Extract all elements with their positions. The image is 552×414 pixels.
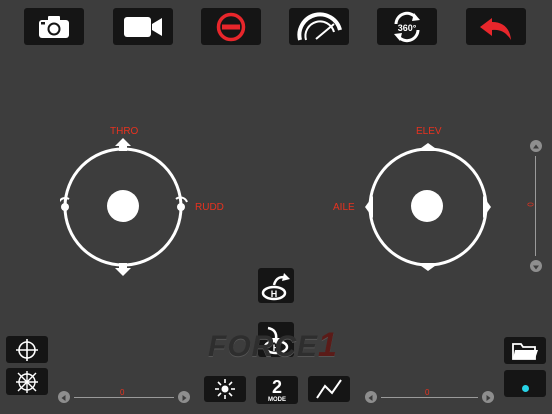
status-dot-icon	[521, 385, 529, 392]
lights-button[interactable]	[204, 376, 246, 402]
flight-path-button[interactable]	[308, 376, 350, 402]
mode-button[interactable]: 2 MODE	[256, 376, 298, 404]
record-video-button[interactable]	[113, 8, 173, 45]
stop-circle-icon	[216, 12, 246, 41]
logo-prefix: FORCE	[208, 330, 318, 363]
speed-button[interactable]	[289, 8, 349, 45]
target-lock-button[interactable]	[6, 336, 48, 363]
arrow-left-icon	[368, 395, 373, 401]
force1-logo: FORCE1	[208, 326, 338, 365]
arrow-down-icon	[533, 265, 539, 270]
trim-right-increase-button[interactable]	[482, 391, 494, 403]
trim-left-increase-button[interactable]	[178, 391, 190, 403]
light-burst-icon	[215, 379, 235, 399]
takeoff-icon: H	[261, 272, 290, 300]
svg-text:H: H	[271, 289, 278, 299]
logo-suffix: 1	[318, 326, 338, 364]
trim-down-button[interactable]	[530, 260, 542, 272]
flip-360-button[interactable]: 360°	[377, 8, 437, 45]
connection-status-button[interactable]	[504, 370, 546, 397]
drone-controller-screen: 360° THRO RUDD ELEV AILE H H FORCE1 2 MO…	[0, 0, 552, 414]
video-camera-icon	[124, 16, 162, 37]
take-photo-button[interactable]	[24, 8, 84, 45]
left-joystick-knob[interactable]	[107, 190, 139, 222]
aileron-label: AILE	[333, 202, 355, 213]
rotate-360-icon: 360°	[394, 11, 420, 42]
speedometer-icon	[297, 11, 342, 40]
left-joystick[interactable]: THRO RUDD	[60, 126, 224, 280]
trim-left-decrease-button[interactable]	[58, 391, 70, 403]
right-joystick-knob[interactable]	[411, 190, 443, 222]
takeoff-button[interactable]: H	[258, 268, 294, 303]
arrow-up-icon	[533, 144, 539, 149]
arrow-right-icon	[486, 395, 491, 401]
arrow-left-icon	[61, 395, 66, 401]
emergency-stop-button[interactable]	[201, 8, 261, 45]
left-trim-value: 0	[120, 388, 125, 397]
trim-right-decrease-button[interactable]	[365, 391, 377, 403]
camera-icon	[39, 15, 69, 38]
back-button[interactable]	[466, 8, 526, 45]
return-arrow-icon	[480, 17, 511, 40]
mode-label: MODE	[268, 396, 286, 403]
vertical-trim-value: 0	[525, 202, 535, 207]
compass-off-icon	[16, 370, 38, 393]
folder-icon	[512, 342, 538, 360]
rotate-label: 360°	[398, 23, 417, 33]
left-horizontal-trim[interactable]: 0	[58, 388, 190, 406]
crosshair-icon	[16, 338, 38, 361]
right-vertical-trim[interactable]: 0	[525, 140, 544, 272]
right-horizontal-trim[interactable]: 0	[365, 388, 494, 406]
flight-path-icon	[316, 379, 342, 399]
headless-mode-button[interactable]	[6, 368, 48, 395]
mode-number: 2	[271, 376, 282, 397]
trim-up-button[interactable]	[530, 140, 542, 152]
gallery-button[interactable]	[504, 337, 546, 364]
right-trim-value: 0	[425, 388, 430, 397]
right-joystick[interactable]: ELEV AILE	[333, 126, 517, 280]
arrow-right-icon	[182, 395, 187, 401]
